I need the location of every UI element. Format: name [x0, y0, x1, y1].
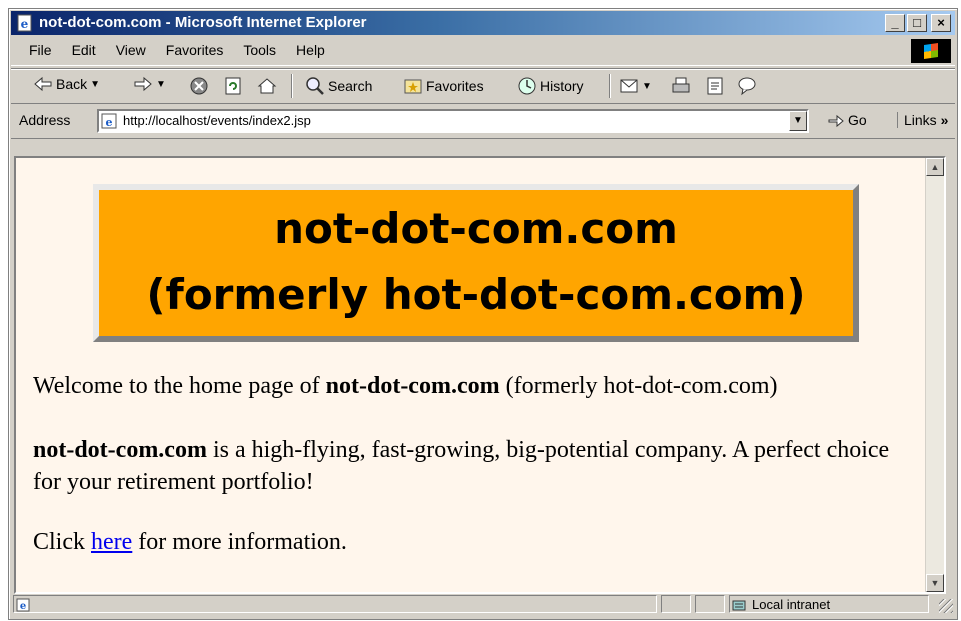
mail-button[interactable]: ▼ — [619, 76, 652, 96]
company-name: not-dot-com.com — [33, 437, 207, 463]
minimize-button[interactable]: _ — [885, 14, 905, 32]
history-label: History — [540, 78, 584, 94]
scroll-down-button[interactable]: ▼ — [926, 574, 944, 592]
zone-panel: Local intranet — [729, 595, 929, 613]
refresh-icon — [225, 77, 241, 95]
favorites-button[interactable]: Favorites — [403, 76, 484, 96]
refresh-button[interactable] — [223, 76, 243, 96]
zone-label: Local intranet — [752, 597, 831, 612]
forward-dropdown-icon[interactable]: ▼ — [156, 79, 166, 90]
banner-title: not-dot-com.com — [274, 204, 678, 253]
menu-favorites[interactable]: Favorites — [156, 42, 234, 58]
close-button[interactable]: × — [931, 14, 951, 32]
toolbar-separator — [291, 74, 293, 98]
print-button[interactable] — [671, 76, 691, 96]
discuss-button[interactable] — [737, 76, 757, 96]
address-input[interactable]: e http://localhost/events/index2.jsp ▼ — [97, 109, 809, 133]
search-button[interactable]: Search — [305, 76, 372, 96]
scroll-up-button[interactable]: ▲ — [926, 158, 944, 176]
favorites-icon — [404, 79, 422, 94]
edit-button[interactable] — [705, 76, 725, 96]
windows-logo-icon — [911, 39, 951, 63]
favorites-label: Favorites — [426, 78, 484, 94]
maximize-button[interactable]: □ — [907, 14, 927, 32]
go-label: Go — [848, 112, 867, 128]
search-icon — [306, 77, 324, 95]
window-title: not-dot-com.com - Microsoft Internet Exp… — [39, 14, 367, 31]
print-icon — [672, 77, 690, 93]
menu-file[interactable]: File — [19, 42, 62, 58]
local-intranet-icon — [732, 600, 746, 611]
forward-arrow-icon — [134, 76, 152, 92]
mail-icon — [620, 79, 638, 93]
back-dropdown-icon[interactable]: ▼ — [90, 79, 100, 90]
back-label: Back — [56, 76, 88, 92]
menu-edit[interactable]: Edit — [62, 42, 106, 58]
home-button[interactable] — [257, 76, 277, 96]
address-dropdown-icon[interactable]: ▼ — [789, 111, 807, 131]
history-button[interactable]: History — [517, 76, 584, 96]
go-arrow-icon — [828, 114, 844, 128]
here-link[interactable]: here — [91, 529, 132, 555]
page-content: not-dot-com.com (formerly hot-dot-com.co… — [14, 156, 946, 594]
edit-icon — [707, 77, 723, 95]
home-icon — [257, 78, 277, 94]
welcome-text: Welcome to the home page of — [33, 373, 326, 399]
menu-tools[interactable]: Tools — [233, 42, 286, 58]
mail-dropdown-icon[interactable]: ▼ — [642, 81, 652, 92]
click-text: Click — [33, 529, 91, 555]
svg-text:e: e — [21, 17, 29, 31]
status-bar: e Local intranet — [11, 593, 955, 615]
search-label: Search — [328, 78, 373, 94]
toolbar-separator — [609, 74, 611, 98]
browser-window: e not-dot-com.com - Microsoft Internet E… — [8, 8, 958, 620]
links-label: Links — [904, 112, 937, 128]
address-url: http://localhost/events/index2.jsp — [123, 113, 311, 128]
title-bar: e not-dot-com.com - Microsoft Internet E… — [11, 11, 955, 35]
menu-bar: File Edit View Favorites Tools Help — [11, 37, 955, 66]
vertical-scrollbar[interactable]: ▲ ▼ — [925, 158, 944, 592]
back-button[interactable]: Back ▼ — [33, 76, 100, 92]
forward-button[interactable]: ▼ — [133, 76, 166, 92]
links-button[interactable]: Links » — [897, 112, 948, 128]
banner: not-dot-com.com (formerly hot-dot-com.co… — [93, 184, 859, 342]
stop-button[interactable] — [189, 76, 209, 96]
history-icon — [518, 77, 536, 95]
banner-subtitle: (formerly hot-dot-com.com) — [146, 270, 806, 319]
status-main-panel: e — [13, 595, 657, 613]
more-info-text: for more information. — [132, 529, 347, 555]
chevron-right-icon: » — [940, 112, 949, 128]
menu-view[interactable]: View — [106, 42, 156, 58]
resize-grip-icon[interactable] — [939, 599, 953, 613]
svg-text:e: e — [20, 601, 26, 612]
more-info-paragraph: Click here for more information. — [33, 526, 347, 558]
standard-toolbar: Back ▼ ▼ Search Favorites History ▼ — [11, 68, 955, 104]
address-bar: Address e http://localhost/events/index2… — [11, 104, 955, 139]
status-panel — [695, 595, 725, 613]
discuss-icon — [738, 77, 756, 96]
svg-text:e: e — [106, 116, 113, 129]
welcome-suffix: (formerly hot-dot-com.com) — [499, 373, 778, 399]
ie-page-icon: e — [101, 113, 117, 129]
company-name: not-dot-com.com — [325, 373, 500, 399]
menu-help[interactable]: Help — [286, 42, 335, 58]
back-arrow-icon — [34, 76, 52, 92]
ie-page-icon: e — [17, 14, 32, 32]
stop-icon — [190, 77, 208, 95]
address-label: Address — [19, 112, 71, 128]
welcome-paragraph: Welcome to the home page of not-dot-com.… — [33, 370, 778, 402]
go-button[interactable]: Go — [827, 112, 867, 128]
ie-page-icon: e — [16, 598, 30, 612]
status-panel — [661, 595, 691, 613]
description-paragraph: not-dot-com.com is a high-flying, fast-g… — [33, 434, 893, 498]
